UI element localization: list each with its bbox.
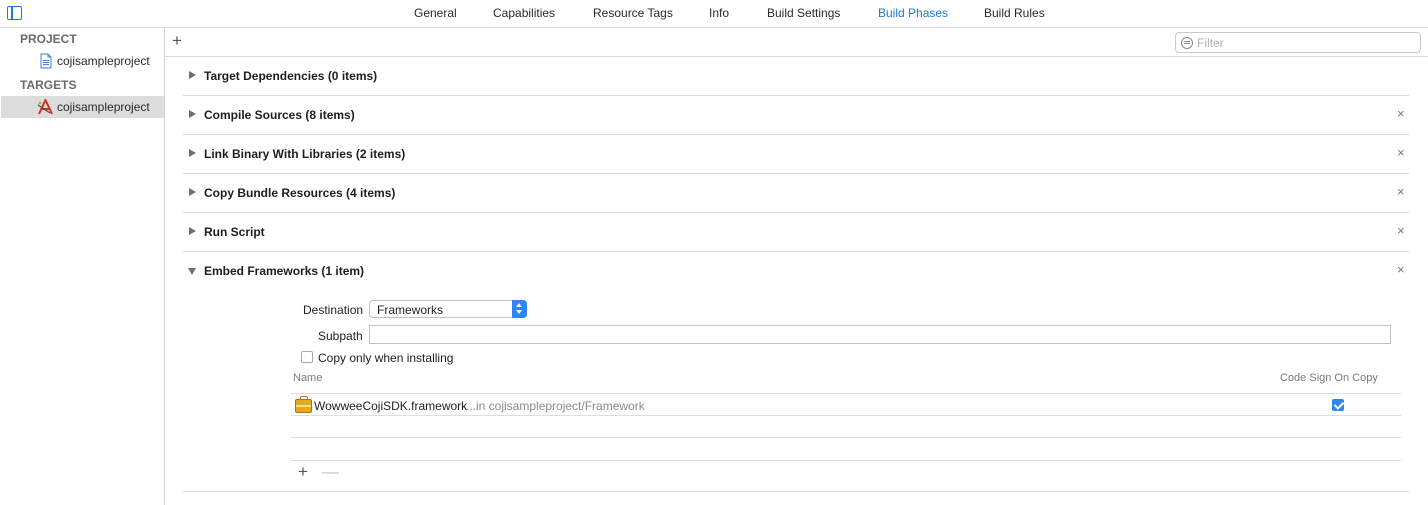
delete-phase-button[interactable]: × [1397, 146, 1405, 160]
destination-popup[interactable]: Frameworks [369, 300, 527, 318]
phase-title: Target Dependencies (0 items) [204, 69, 378, 83]
phase-title: Embed Frameworks (1 item) [204, 264, 365, 278]
tab-build-phases[interactable]: Build Phases [878, 6, 948, 20]
disclosure-triangle-icon[interactable] [189, 188, 196, 196]
disclosure-triangle-icon[interactable] [189, 71, 196, 79]
framework-toolbox-icon [295, 396, 312, 413]
tab-build-rules[interactable]: Build Rules [984, 6, 1045, 20]
sidebar-item-label: cojisampleproject [57, 100, 150, 114]
remove-framework-button[interactable]: — [322, 463, 339, 480]
phase-title: Run Script [204, 225, 265, 239]
tab-info[interactable]: Info [709, 6, 729, 20]
tab-general[interactable]: General [414, 6, 457, 20]
filter-field[interactable] [1175, 32, 1421, 53]
copy-only-label: Copy only when installing [318, 351, 454, 365]
disclosure-triangle-icon[interactable] [189, 110, 196, 118]
delete-phase-button[interactable]: × [1397, 224, 1405, 238]
disclosure-triangle-icon[interactable] [189, 227, 196, 235]
build-phases-toolbar: + [165, 28, 1428, 57]
project-file-icon [40, 53, 52, 69]
phase-title: Link Binary With Libraries (2 items) [204, 147, 406, 161]
sidebar-toggle-icon[interactable] [7, 6, 22, 20]
sidebar-item-target[interactable]: cojisampleproject [1, 96, 164, 118]
project-section-header: PROJECT [20, 32, 77, 46]
tab-capabilities[interactable]: Capabilities [493, 6, 555, 20]
subpath-field[interactable] [369, 325, 1391, 344]
divider [291, 460, 1401, 461]
subpath-label: Subpath [318, 329, 363, 343]
code-sign-checkbox[interactable] [1332, 399, 1344, 411]
phase-run-script[interactable]: Run Script × [183, 213, 1409, 252]
phase-embed-frameworks[interactable]: Embed Frameworks (1 item) × [183, 252, 1409, 291]
phase-compile-sources[interactable]: Compile Sources (8 items) × [183, 96, 1409, 135]
tab-resource-tags[interactable]: Resource Tags [593, 6, 673, 20]
destination-value: Frameworks [377, 303, 444, 317]
framework-path: ...in cojisampleproject/Framework [466, 399, 645, 413]
embedded-frameworks-table: Name Code Sign On Copy WowweeCojiSDK.fra… [291, 368, 1401, 461]
divider [291, 415, 1401, 416]
targets-section-header: TARGETS [20, 78, 77, 92]
framework-name: WowweeCojiSDK.framework [314, 399, 468, 413]
sidebar-item-project[interactable]: cojisampleproject [1, 50, 164, 72]
divider [291, 437, 1401, 438]
disclosure-triangle-icon[interactable] [189, 149, 196, 157]
phase-title: Compile Sources (8 items) [204, 108, 355, 122]
phase-title: Copy Bundle Resources (4 items) [204, 186, 396, 200]
phase-copy-bundle-resources[interactable]: Copy Bundle Resources (4 items) × [183, 174, 1409, 213]
copy-only-checkbox[interactable] [301, 351, 313, 363]
add-framework-button[interactable]: + [298, 463, 308, 480]
app-target-icon [37, 99, 53, 115]
filter-input[interactable] [1197, 35, 1412, 50]
column-header-code-sign[interactable]: Code Sign On Copy [1280, 372, 1378, 384]
tab-build-settings[interactable]: Build Settings [767, 6, 840, 20]
filter-icon [1181, 37, 1193, 49]
sidebar-item-label: cojisampleproject [57, 54, 150, 68]
disclosure-triangle-expanded-icon[interactable] [188, 268, 196, 275]
delete-phase-button[interactable]: × [1397, 185, 1405, 199]
destination-label: Destination [303, 303, 364, 317]
project-navigator-sidebar: PROJECT cojisampleproject TARGETS cojisa… [0, 28, 165, 505]
phase-target-dependencies[interactable]: Target Dependencies (0 items) [183, 57, 1409, 96]
divider [183, 491, 1409, 492]
editor-tab-bar: General Capabilities Resource Tags Info … [0, 0, 1428, 28]
delete-phase-button[interactable]: × [1397, 107, 1405, 121]
delete-phase-button[interactable]: × [1397, 263, 1405, 277]
add-build-phase-button[interactable]: + [172, 32, 185, 49]
popup-arrows-icon [512, 300, 527, 318]
phase-link-binary[interactable]: Link Binary With Libraries (2 items) × [183, 135, 1409, 174]
column-header-name[interactable]: Name [293, 372, 322, 384]
